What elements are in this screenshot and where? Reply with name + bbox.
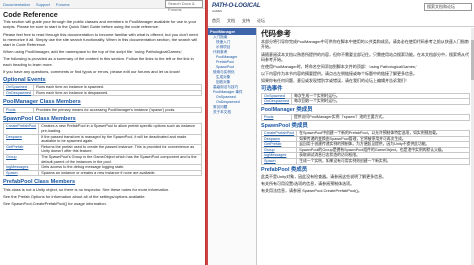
- prefabpool-text: This class is not a Unity object, so the…: [3, 186, 170, 192]
- chinese-doc-pane: PATH-O-LOGICAL GAMES 首页 文档 支持 论坛 搜索文档和论坛…: [208, 0, 474, 265]
- logo-subtext: GAMES: [212, 9, 222, 13]
- doc-content: 代码参考 本部分将引导你完成PoolManager中可供你在脚本中使用的公共类和…: [257, 28, 474, 265]
- table-row: OnDespawned 每次回收一个实例时运行。: [260, 98, 470, 105]
- section-heading-events[interactable]: 可选事件: [261, 86, 470, 92]
- member-link[interactable]: GetPrefab: [2, 143, 40, 155]
- member-desc: Creates a new PrefabPool in a SpawnPool …: [38, 123, 202, 135]
- intro-para: Please feel free to read through this do…: [3, 31, 198, 48]
- events-table: OnSpawned Runs each time an instance is s…: [2, 84, 202, 97]
- top-nav: 首页 文档 支持 论坛: [212, 18, 265, 24]
- intro-para: 在使用PoolManager时，将命名空间添加到脚本文件的顶部：'using P…: [261, 64, 417, 70]
- member-desc: 每次回收一个实例时运行。: [291, 98, 470, 105]
- english-doc-pane: Documentation Support Forums Search Docs…: [0, 0, 206, 265]
- table-row: Spawn Spawns an instance or creates a new…: [2, 169, 202, 177]
- prefabpool-text: 有关用法信息，请参阅 SpawnPool.CreatePrefabPool()。: [261, 188, 362, 194]
- table-row: CreatePrefabPool 在SpawnPool中创建一个新的PrefabP…: [260, 130, 470, 137]
- section-heading-spawnpool[interactable]: SpawnPool 类成员: [261, 123, 470, 129]
- member-desc: Returns the prefab used to create the pa…: [38, 143, 202, 155]
- intro-para: This section will guide your through the…: [3, 19, 197, 30]
- prefabpool-link[interactable]: PrefabPool Class Members: [3, 179, 75, 186]
- table-row: Group The SpawnPool's Group is the GameOb…: [2, 153, 202, 166]
- section-heading-events: Optional Events: [3, 77, 202, 83]
- member-link[interactable]: OnDespawned: [260, 98, 293, 105]
- sidebar-item[interactable]: 关于本文档: [208, 110, 256, 115]
- nav-support[interactable]: Support: [36, 2, 50, 7]
- intro-para: 如果你有任何问题、意见或发现错别字或错误，请在我们的论坛上编辑并告诉我们！: [261, 78, 409, 84]
- member-link[interactable]: Pools: [261, 114, 292, 121]
- table-row: OnDespawned Runs each time an instance is…: [2, 89, 202, 97]
- member-link[interactable]: Pools: [3, 106, 34, 114]
- spawnpool-table: CreatePrefabPool 在SpawnPool中创建一个新的PrefabP…: [260, 130, 470, 165]
- member-link[interactable]: Group: [2, 153, 40, 166]
- section-heading-prefabpool: PrefabPool Class Members: [3, 179, 202, 186]
- member-desc: 提供访问PoolManager实例（'spawn'）池的主要方式。: [291, 114, 470, 121]
- page-title: 代码参考: [261, 29, 291, 38]
- member-desc: Spawns an instance or creates a new inst…: [38, 169, 202, 177]
- member-desc: The SpawnPool's Group is the GameObject …: [38, 153, 202, 166]
- intro-para: 以下内容作为本节内容的摘要提供。请点击左侧链接或每个标题中的链接了解更多信息。: [261, 71, 417, 77]
- member-desc: Runs each time an instance is despawned.: [33, 89, 202, 97]
- member-desc: If the passed transform is managed by th…: [38, 133, 202, 145]
- member-link[interactable]: Spawn: [260, 158, 298, 165]
- section-heading-poolmanager: PoolManager Class Members: [3, 99, 202, 106]
- intro-para: The following is provided as a summary o…: [3, 56, 194, 67]
- member-desc: Provides the primary means for accessing…: [33, 106, 202, 114]
- table-row: CreatePrefabPool Creates a new PrefabPool…: [2, 123, 202, 135]
- doc-content: Code Reference This section will guide y…: [0, 9, 205, 210]
- section-heading-poolmanager[interactable]: PoolManager 类成员: [261, 107, 470, 113]
- member-desc: 生成一个实例，如果没有可用实例则创建一个新实例。: [296, 158, 470, 165]
- table-row: Pools 提供访问PoolManager实例（'spawn'）池的主要方式。: [261, 114, 470, 121]
- spawnpool-link[interactable]: SpawnPool Class Members: [3, 116, 76, 122]
- nav-support[interactable]: 支持: [242, 18, 250, 24]
- site-header: PATH-O-LOGICAL GAMES 首页 文档 支持 论坛 搜索文档和论坛: [208, 0, 474, 27]
- nav-forums[interactable]: Forums: [56, 2, 70, 7]
- site-logo[interactable]: PATH-O-LOGICAL GAMES: [212, 3, 261, 13]
- nav-forums[interactable]: 论坛: [257, 18, 265, 24]
- member-link[interactable]: OnDespawned: [2, 89, 35, 97]
- table-row: Spawn 生成一个实例，如果没有可用实例则创建一个新实例。: [260, 158, 470, 165]
- table-row: Pools Provides the primary means for acce…: [3, 106, 202, 114]
- member-link[interactable]: CreatePrefabPool: [2, 123, 40, 135]
- prefabpool-text: 有关所有可用设置/选项的信息，请参阅预制体选项。: [261, 180, 355, 186]
- prefabpool-text: 此类不是Unity对象，因此没有检查器。请参阅这些说明了解更多信息。: [261, 173, 387, 179]
- sidebar-active-item[interactable]: PoolManager: [208, 28, 256, 35]
- section-heading-spawnpool: SpawnPool Class Members: [3, 116, 202, 122]
- split-screen: Documentation Support Forums Search Docs…: [0, 0, 474, 265]
- events-link[interactable]: Optional Events: [3, 77, 46, 83]
- poolmanager-table: Pools Provides the primary means for acce…: [3, 106, 202, 114]
- table-row: GetPrefab Returns the prefab used to crea…: [2, 143, 202, 155]
- intro-para: If you have any questions, comments or f…: [3, 68, 180, 74]
- poolmanager-table: Pools 提供访问PoolManager实例（'spawn'）池的主要方式。: [261, 114, 470, 121]
- search-input[interactable]: 搜索文档和论坛: [424, 3, 472, 11]
- section-heading-prefabpool[interactable]: PrefabPool 类成员: [261, 167, 470, 173]
- nav-docs[interactable]: 文档: [227, 18, 235, 24]
- intro-para: 请随意阅读本文档以熟悉所提供的内容，但你不需要全部记住。只需使用站点搜索功能。在…: [261, 51, 469, 62]
- spawnpool-table: CreatePrefabPool Creates a new PrefabPool…: [2, 123, 202, 177]
- nav-documentation[interactable]: Documentation: [3, 2, 30, 7]
- doc-body: PoolManager 入门指南 快速入门 示例项目 代码参考 PoolMana…: [208, 28, 474, 265]
- intro-para: When using PoolManager, add the namespac…: [3, 49, 183, 55]
- member-link[interactable]: Despawn: [2, 133, 40, 145]
- poolmanager-link[interactable]: PoolManager Class Members: [3, 99, 81, 106]
- events-table: OnSpawned 每次生成一个实例时运行。 OnDespawned 每次回收一个实…: [260, 92, 470, 105]
- sidebar: PoolManager 入门指南 快速入门 示例项目 代码参考 PoolMana…: [208, 28, 257, 265]
- search-input[interactable]: Search Docs & Forums: [165, 0, 203, 12]
- nav-home[interactable]: 首页: [212, 18, 220, 24]
- table-row: Despawn If the passed transform is manage…: [2, 133, 202, 145]
- intro-para: 本部分将引导你完成PoolManager中可供你在脚本中使用的公共类和成员。请务…: [261, 39, 469, 50]
- prefabpool-text: See the Prefab Options for information a…: [3, 193, 146, 199]
- member-link[interactable]: CreatePrefabPool: [260, 130, 298, 137]
- prefabpool-text: See SpawnPool.CreatePrefabPool() for usa…: [3, 200, 107, 206]
- member-link[interactable]: Spawn: [2, 169, 40, 177]
